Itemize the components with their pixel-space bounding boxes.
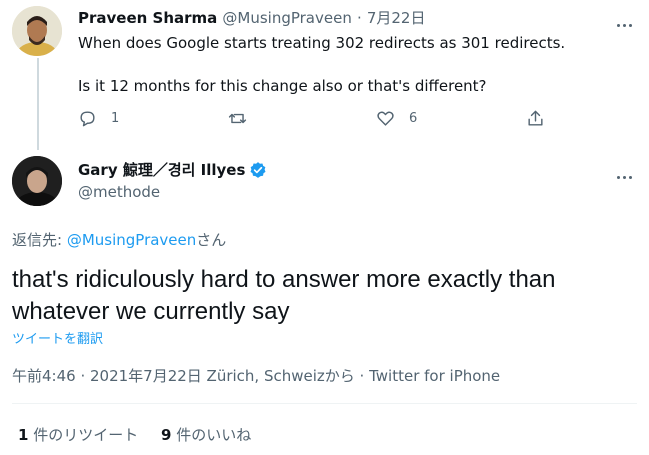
reply-context: 返信先: @MusingPraveenさん [12, 229, 226, 250]
tweet-stats: 1 件のリツイート 9 件のいいね [18, 424, 251, 445]
like-button[interactable]: 6 [376, 108, 417, 128]
author-handle[interactable]: @methode [78, 183, 160, 201]
tweet-text-line2: Is it 12 months for this change also or … [78, 77, 487, 95]
tweet-text: that's ridiculously hard to answer more … [12, 266, 556, 325]
like-icon [377, 111, 394, 126]
reply-button[interactable]: 1 [78, 108, 119, 128]
retweet-count: 1 [18, 426, 29, 444]
reply-icon [80, 110, 95, 126]
more-options-icon[interactable] [617, 164, 639, 179]
tweet-header-praveen: Praveen Sharma @MusingPraveen · 7月22日 [78, 7, 425, 28]
separator-dot: · [356, 9, 362, 27]
reply-handle-link[interactable]: @MusingPraveen [67, 231, 196, 249]
reply-count: 1 [111, 110, 120, 126]
retweets-stat[interactable]: 1 件のリツイート [18, 426, 138, 444]
like-count: 9 [161, 426, 172, 444]
reply-prefix: 返信先: [12, 231, 67, 249]
share-icon [528, 110, 543, 126]
likes-stat[interactable]: 9 件のいいね [161, 426, 251, 444]
author-name[interactable]: Praveen Sharma [78, 9, 217, 27]
author-handle[interactable]: @MusingPraveen [222, 9, 351, 27]
reply-suffix: さん [196, 231, 227, 249]
avatar-gary[interactable] [12, 156, 62, 206]
tweet-text-line1: When does Google starts treating 302 red… [78, 34, 566, 52]
tweet-header-gary: Gary 鯨理／경리 Illyes [78, 159, 267, 180]
share-button[interactable] [526, 108, 545, 128]
like-count: 6 [409, 110, 418, 126]
retweet-icon [228, 113, 247, 123]
retweet-button[interactable] [228, 108, 247, 128]
verified-badge-icon [250, 161, 266, 178]
author-name[interactable]: Gary 鯨理／경리 Illyes [78, 159, 245, 180]
translate-tweet-link[interactable]: ツイートを翻訳 [12, 328, 103, 347]
thread-connector-line [37, 58, 39, 150]
divider [12, 403, 637, 404]
like-label: 件のいいね [171, 426, 252, 444]
retweet-label: 件のリツイート [28, 426, 139, 444]
avatar-gary-image [12, 156, 62, 206]
avatar-praveen-image [12, 6, 62, 56]
more-options-icon[interactable] [617, 12, 639, 27]
tweet-date[interactable]: 7月22日 [367, 9, 426, 27]
avatar-praveen[interactable] [12, 6, 62, 56]
tweet-metadata[interactable]: 午前4:46 · 2021年7月22日 Zürich, Schweizから · … [12, 365, 500, 386]
